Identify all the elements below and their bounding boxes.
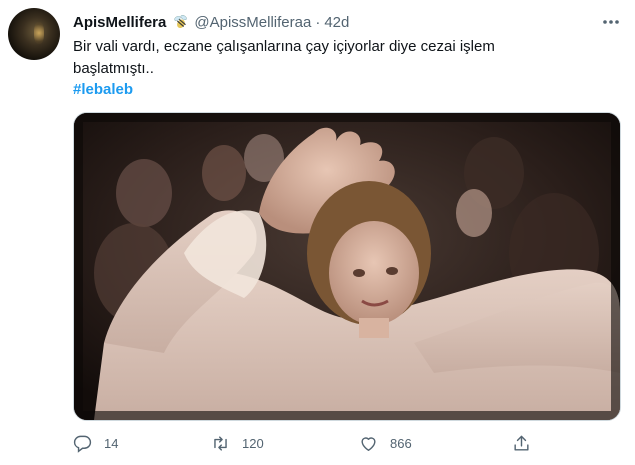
tweet-text: Bir vali vardı, eczane çalışanlarına çay… <box>73 38 495 77</box>
retweet-button[interactable]: 120 <box>211 430 264 456</box>
avatar-image <box>34 22 44 44</box>
reply-count: 14 <box>104 435 119 451</box>
tweet-header: ApisMellifera @ApissMelliferaa · 42d <box>73 12 349 32</box>
video-frame-image <box>74 113 620 420</box>
heart-icon <box>361 436 376 451</box>
like-count: 866 <box>390 435 412 451</box>
more-icon[interactable] <box>601 12 621 32</box>
user-handle[interactable]: @ApissMelliferaa <box>194 14 311 31</box>
display-name[interactable]: ApisMellifera <box>73 14 166 31</box>
retweet-count: 120 <box>242 435 264 451</box>
share-icon <box>514 435 529 451</box>
reply-button[interactable]: 14 <box>73 430 118 456</box>
retweet-icon <box>214 435 227 451</box>
reply-icon <box>73 435 92 453</box>
like-button[interactable]: 866 <box>359 430 412 456</box>
bee-icon <box>172 13 190 31</box>
tweet-actions: 14 120 866 <box>73 430 619 456</box>
share-button[interactable] <box>512 430 531 456</box>
separator-dot: · <box>315 13 321 31</box>
tweet-time[interactable]: 42d <box>324 14 349 31</box>
avatar[interactable] <box>8 8 60 60</box>
hashtag-link[interactable]: #lebaleb <box>73 80 133 100</box>
tweet-media-video[interactable] <box>73 112 621 421</box>
